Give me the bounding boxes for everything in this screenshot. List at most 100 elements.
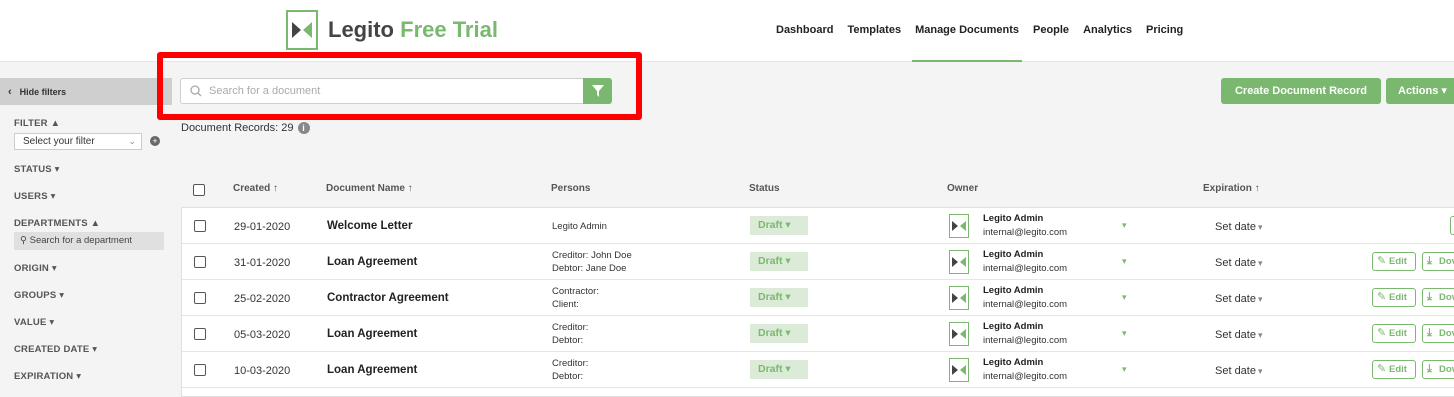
owner-dropdown-icon[interactable]: ▾	[1122, 220, 1127, 231]
owner-dropdown-icon[interactable]: ▾	[1122, 328, 1127, 339]
actions-button[interactable]: Actions ▾	[1386, 78, 1454, 104]
status-badge[interactable]: Draft ▾	[750, 288, 808, 307]
department-search-input[interactable]: ⚲ Search for a department	[14, 232, 164, 250]
hide-filters-button[interactable]: ‹ Hide filters	[0, 78, 172, 105]
row-action-button[interactable]	[1450, 216, 1454, 235]
persons: Legito Admin	[552, 220, 607, 233]
document-search-box[interactable]	[180, 78, 584, 104]
expiration-value: Set date	[1215, 221, 1256, 233]
edit-button[interactable]: ✎ Edit	[1372, 324, 1416, 343]
hide-filters-label: Hide filters	[19, 86, 67, 97]
filter-section-toggle[interactable]: FILTER ▲	[0, 118, 60, 129]
download-label: Dov	[1439, 364, 1454, 375]
nav-analytics[interactable]: Analytics	[1083, 24, 1132, 62]
persons: Contractor: Client:	[552, 285, 599, 311]
column-created[interactable]: Created ↑	[233, 183, 278, 194]
status-section-toggle[interactable]: STATUS ▾	[0, 164, 60, 175]
departments-section-toggle[interactable]: DEPARTMENTS ▲	[0, 218, 100, 229]
logo-accent: Free Trial	[400, 17, 498, 42]
download-icon: ⤓	[1427, 327, 1432, 339]
search-icon	[190, 85, 202, 97]
document-name[interactable]: Loan Agreement	[327, 256, 417, 268]
column-expiration[interactable]: Expiration ↑	[1203, 183, 1260, 194]
owner: Legito Admin internal@legito.com	[983, 320, 1067, 348]
status-badge[interactable]: Draft ▾	[750, 216, 808, 235]
nav-dashboard[interactable]: Dashboard	[776, 24, 833, 62]
row-checkbox[interactable]	[194, 292, 206, 304]
owner-dropdown-icon[interactable]: ▾	[1122, 256, 1127, 267]
column-owner: Owner	[947, 183, 979, 194]
edit-button[interactable]: ✎ Edit	[1372, 360, 1416, 379]
status-badge[interactable]: Draft ▾	[750, 360, 808, 379]
users-section-toggle[interactable]: USERS ▾	[0, 191, 56, 202]
download-button[interactable]: ⤓ Dov	[1422, 324, 1454, 343]
expiration[interactable]: Set date ▾	[1215, 329, 1263, 341]
legito-avatar-icon	[952, 329, 966, 339]
owner-dropdown-icon[interactable]: ▾	[1122, 364, 1127, 375]
row-checkbox[interactable]	[194, 364, 206, 376]
edit-label: Edit	[1389, 364, 1407, 375]
row-checkbox[interactable]	[194, 220, 206, 232]
owner-name: Legito Admin	[983, 249, 1044, 260]
create-document-record-button[interactable]: Create Document Record	[1221, 78, 1381, 104]
nav-pricing[interactable]: Pricing	[1146, 24, 1183, 62]
document-name[interactable]: Welcome Letter	[327, 220, 412, 232]
table-row[interactable]: 10-03-2020 Loan Agreement Creditor: Debt…	[182, 352, 1454, 388]
column-document-name[interactable]: Document Name ↑	[326, 183, 413, 194]
expiration[interactable]: Set date ▾	[1215, 221, 1263, 233]
owner-avatar	[949, 286, 969, 310]
filter-select[interactable]: Select your filter ⌄	[14, 133, 142, 150]
owner-name: Legito Admin	[983, 213, 1044, 224]
expiration-section-toggle[interactable]: EXPIRATION ▾	[0, 371, 81, 382]
groups-section-toggle[interactable]: GROUPS ▾	[0, 290, 64, 301]
owner-dropdown-icon[interactable]: ▾	[1122, 292, 1127, 303]
document-name[interactable]: Contractor Agreement	[327, 292, 449, 304]
expiration[interactable]: Set date ▾	[1215, 257, 1263, 269]
legito-logo[interactable]: Legito Free Trial	[286, 10, 498, 50]
expiration[interactable]: Set date ▾	[1215, 293, 1263, 305]
document-name[interactable]: Loan Agreement	[327, 364, 417, 376]
table-row[interactable]: 29-01-2020 Welcome Letter Legito Admin D…	[182, 208, 1454, 244]
row-checkbox[interactable]	[194, 256, 206, 268]
column-status: Status	[749, 183, 780, 194]
department-search-placeholder: Search for a department	[29, 235, 133, 246]
edit-label: Edit	[1389, 328, 1407, 339]
owner-name: Legito Admin	[983, 321, 1044, 332]
table-row[interactable]: 31-01-2020 Loan Agreement Creditor: John…	[182, 244, 1454, 280]
persons: Creditor: Debtor:	[552, 357, 588, 383]
owner-avatar	[949, 214, 969, 238]
status-badge[interactable]: Draft ▾	[750, 252, 808, 271]
status-badge[interactable]: Draft ▾	[750, 324, 808, 343]
value-section-toggle[interactable]: VALUE ▾	[0, 317, 54, 328]
filter-button[interactable]	[583, 78, 612, 104]
owner-name: Legito Admin	[983, 285, 1044, 296]
edit-button[interactable]: ✎ Edit	[1372, 288, 1416, 307]
select-all-checkbox[interactable]	[193, 184, 205, 196]
table-row[interactable]: 25-02-2020 Contractor Agreement Contract…	[182, 280, 1454, 316]
document-search-input[interactable]	[209, 85, 579, 97]
owner-email: internal@legito.com	[983, 299, 1068, 310]
expiration-value: Set date	[1215, 329, 1256, 341]
pencil-icon: ✎	[1377, 363, 1387, 375]
document-name[interactable]: Loan Agreement	[327, 328, 417, 340]
download-icon: ⤓	[1427, 363, 1432, 375]
origin-section-toggle[interactable]: ORIGIN ▾	[0, 263, 57, 274]
download-button[interactable]: ⤓ Dov	[1422, 252, 1454, 271]
nav-people[interactable]: People	[1033, 24, 1069, 62]
table-row[interactable]: 05-03-2020 Loan Agreement Creditor: Debt…	[182, 316, 1454, 352]
download-button[interactable]: ⤓ Dov	[1422, 360, 1454, 379]
edit-label: Edit	[1389, 256, 1407, 267]
edit-button[interactable]: ✎ Edit	[1372, 252, 1416, 271]
legito-avatar-icon	[952, 365, 966, 375]
chevron-down-icon: ▾	[1257, 294, 1263, 304]
row-checkbox[interactable]	[194, 328, 206, 340]
info-icon[interactable]: i	[297, 122, 310, 134]
main-nav: Dashboard Templates Manage Documents Peo…	[776, 24, 1197, 62]
created-date-section-toggle[interactable]: CREATED DATE ▾	[0, 344, 97, 355]
nav-templates[interactable]: Templates	[847, 24, 901, 62]
download-button[interactable]: ⤓ Dov	[1422, 288, 1454, 307]
add-filter-icon[interactable]: +	[150, 136, 160, 146]
chevron-down-icon: ▾	[1257, 258, 1263, 268]
nav-manage-documents[interactable]: Manage Documents	[912, 24, 1022, 62]
expiration[interactable]: Set date ▾	[1215, 365, 1263, 377]
